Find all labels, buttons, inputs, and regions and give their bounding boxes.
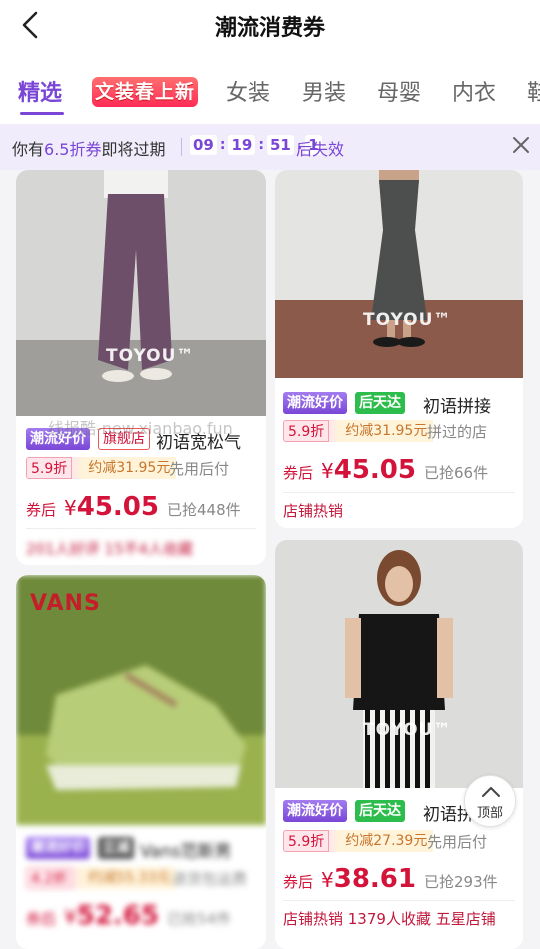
product-image [275,540,523,788]
notice-divider [181,138,182,156]
header-bar: 潮流消费券 [0,0,540,50]
notice-prefix: 你有 [12,140,45,159]
bolt-icon [72,867,83,889]
timer-hours: 09 [190,135,217,155]
deal-badge: 立减 [98,837,134,859]
close-icon[interactable] [510,134,532,156]
brand-watermark: TOYOU™ [363,720,452,740]
product-tags: 店铺热销 1379人收藏 五星店铺 [283,910,496,928]
service-tag: 退货包运费 [172,870,248,888]
trend-badge: 潮流好价 [26,837,90,859]
currency-symbol: ¥ [321,459,334,483]
bolt-icon [329,830,340,852]
tab-underwear[interactable]: 内衣 [452,75,496,107]
product-card[interactable]: TOYOU™ 潮流好价 后天达 初语拼 5.9折 约减27.39元 先用后付 券后… [275,540,523,949]
timer-minutes: 19 [228,135,256,155]
product-card[interactable]: TOYOU™ 潮流好价 后天达 初语拼接 5.9折 约减31.95元 拼过的店 券… [275,170,523,528]
divider [283,900,515,901]
next-day-badge: 后天达 [355,800,405,822]
sold-count: 已抢293件 [424,873,498,891]
after-coupon-label: 券后 [26,501,57,519]
discount-amount: 约减31.95元 [339,420,434,442]
product-card[interactable]: TOYOU™ 潮流好价 旗舰店 初语宽松气 5.9折 约减31.95元 先用后付 … [16,170,266,565]
divider [26,528,256,529]
discount-amount: 约减31.95元 [82,457,177,479]
discount-tag: 4.2折 约减55.33元 [26,867,177,889]
sold-count: 已抢66件 [424,464,489,482]
after-coupon-label: 券后 [26,910,57,928]
after-coupon-label: 券后 [283,464,314,482]
timer-seconds: 51 [266,135,294,155]
product-title: 初语拼接 [423,397,491,417]
price-row: 券后 ¥45.05 已抢66件 [283,455,488,485]
trend-badge: 潮流好价 [283,800,347,822]
tab-spring-new[interactable]: 文装春上新 [92,77,198,107]
back-to-top-button[interactable]: 顶部 [464,775,516,827]
service-tag: 先用后付 [427,833,488,851]
product-card[interactable]: VANS 潮流好价 立减 Vans范斯男 4.2折 约减55.33元 退货包运费 … [16,575,266,949]
discount-rate: 4.2折 [26,867,73,889]
after-coupon-label: 券后 [283,873,314,891]
price-row: 券后 ¥45.05 已抢448件 [26,492,241,522]
product-image [275,170,523,378]
price: 45.05 [333,455,416,485]
sold-count: 已抢448件 [167,501,241,519]
discount-rate: 5.9折 [283,420,330,442]
brand-watermark: TOYOU™ [106,346,195,366]
notice-text: 你有6.5折券即将过期 [12,136,165,160]
tab-men[interactable]: 男装 [302,75,346,107]
discount-amount: 约减27.39元 [339,830,434,852]
notice-middle: 即将过期 [101,140,166,159]
discount-amount: 约减55.33元 [82,867,177,889]
divider [283,492,515,493]
service-tag: 先用后付 [169,460,230,478]
price-row: 券后 ¥52.65 已抢54件 [26,901,231,931]
tab-selected[interactable]: 精选 [18,75,62,107]
service-tag: 拼过的店 [427,423,488,441]
trend-badge: 潮流好价 [283,392,347,414]
discount-tag: 5.9折 约减31.95元 [283,420,434,442]
product-tags: 201人好评 15不4人收藏 [26,540,194,558]
price: 45.05 [76,492,159,522]
product-title: Vans范斯男 [140,842,232,862]
back-to-top-label: 顶部 [476,806,503,821]
chevron-up-icon [482,787,500,797]
tab-shoes[interactable]: 鞋 [527,75,540,107]
sold-count: 已抢54件 [167,910,232,928]
coupon-expiry-notice[interactable]: 你有6.5折券即将过期 09: 19: 51. 1 后失效 [0,124,540,170]
site-watermark: 线报酷-new.xianbao.fun [48,419,233,438]
discount-rate: 5.9折 [26,457,73,479]
notice-discount: 6.5折券 [44,140,102,159]
discount-tag: 5.9折 约减31.95元 [26,457,177,479]
price: 38.61 [333,864,416,894]
blurred-product-info: 潮流好价 立减 Vans范斯男 4.2折 约减55.33元 退货包运费 券后 ¥52… [16,825,266,949]
bolt-icon [329,420,340,442]
product-image [16,170,266,416]
price-row: 券后 ¥38.61 已抢293件 [283,864,498,894]
currency-symbol: ¥ [321,868,334,892]
page-title: 潮流消费券 [214,16,325,41]
tab-baby[interactable]: 母婴 [377,75,421,107]
discount-tag: 5.9折 约减27.39元 [283,830,434,852]
discount-rate: 5.9折 [283,830,330,852]
brand-watermark: VANS [30,591,101,616]
currency-symbol: ¥ [64,496,77,520]
currency-symbol: ¥ [64,905,77,929]
tab-underline [20,112,64,115]
brand-watermark: TOYOU™ [363,310,452,330]
next-day-badge: 后天达 [355,392,405,414]
product-tags: 店铺热销 [283,502,344,520]
price: 52.65 [76,901,159,931]
tab-women[interactable]: 女装 [226,75,270,107]
bolt-icon [72,457,83,479]
notice-suffix: 后失效 [296,140,345,159]
